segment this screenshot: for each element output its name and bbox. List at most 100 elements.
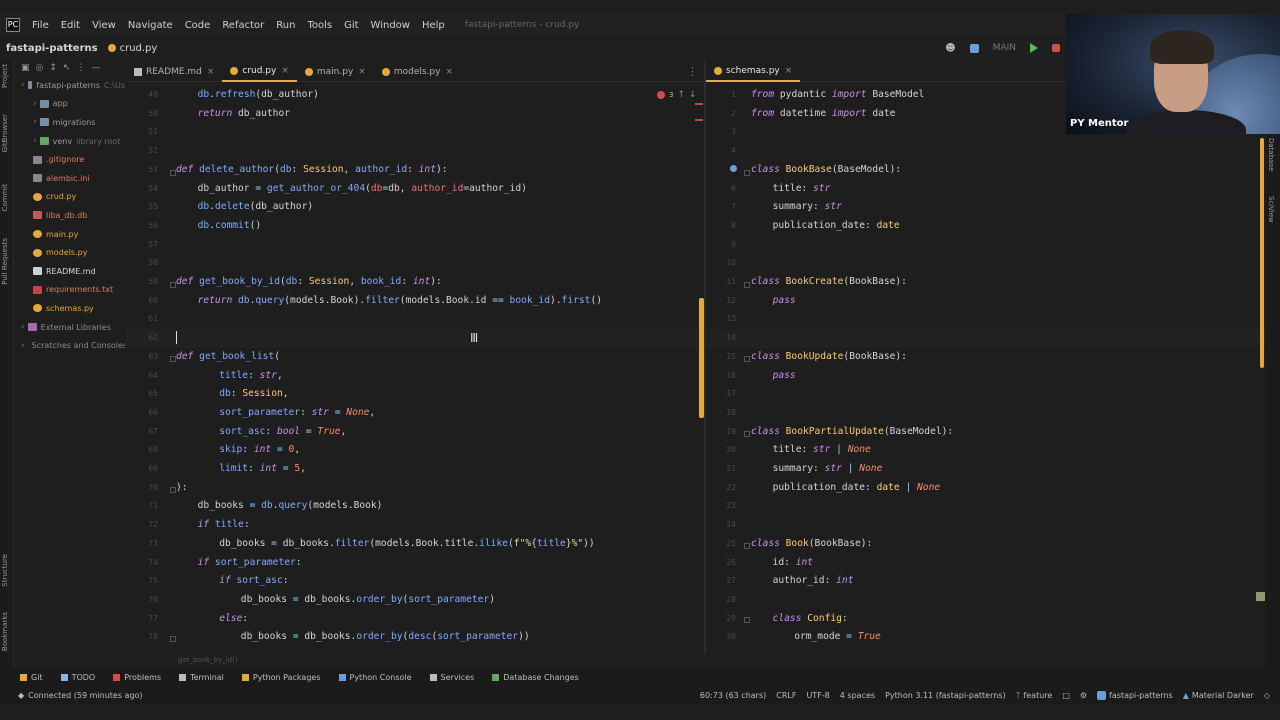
- code-editor-crud[interactable]: 49 db.refresh(db_author) 50 return db_autho…: [126, 84, 704, 652]
- menu-window[interactable]: Window: [371, 20, 410, 31]
- cursor-position[interactable]: 60:73 (63 chars): [700, 691, 766, 700]
- notification-icon[interactable]: [1256, 592, 1265, 601]
- line-separator[interactable]: CRLF: [776, 691, 796, 700]
- close-icon[interactable]: ×: [358, 67, 366, 77]
- error-marker[interactable]: [695, 119, 703, 121]
- close-icon[interactable]: ×: [785, 66, 793, 76]
- menu-git[interactable]: Git: [344, 20, 358, 31]
- menu-navigate[interactable]: Navigate: [128, 20, 173, 31]
- tool-python-packages[interactable]: Python Packages: [241, 673, 321, 682]
- breadcrumb-project[interactable]: fastapi-patterns: [6, 43, 98, 54]
- more-tabs-icon[interactable]: ⋮: [687, 65, 698, 78]
- tree-item[interactable]: › migrations: [15, 113, 125, 132]
- tree-item[interactable]: alembic.ini: [15, 169, 125, 188]
- error-marker[interactable]: [695, 103, 703, 105]
- chevron-right-icon[interactable]: ›: [33, 99, 37, 109]
- git-branch[interactable]: ᛉ feature: [1016, 691, 1053, 700]
- tree-item[interactable]: .gitignore: [15, 150, 125, 169]
- run-icon[interactable]: [1030, 43, 1038, 53]
- tab-main-py[interactable]: main.py ×: [297, 62, 374, 82]
- chevron-right-icon[interactable]: ›: [33, 117, 37, 127]
- lock-icon[interactable]: □: [1062, 691, 1070, 700]
- code-editor-schemas[interactable]: 1 from pydantic import BaseModel 2 from dat…: [706, 84, 1266, 652]
- tool-commit[interactable]: Commit: [1, 184, 9, 212]
- inspection-widget[interactable]: 3 ↑ ↓: [657, 90, 697, 100]
- tab-models-py[interactable]: models.py ×: [374, 62, 461, 82]
- tool-git[interactable]: Git: [20, 673, 43, 682]
- editor-breadcrumb[interactable]: get_book_by_id(): [178, 656, 238, 664]
- tree-item[interactable]: › app: [15, 95, 125, 114]
- fold-marker-icon[interactable]: [744, 543, 750, 549]
- hide-icon[interactable]: —: [91, 63, 100, 73]
- tree-item[interactable]: › External Libraries: [15, 318, 125, 337]
- python-interpreter[interactable]: Python 3.11 (fastapi-patterns): [885, 691, 1006, 700]
- tree-item[interactable]: README.md: [15, 262, 125, 281]
- fold-marker-icon[interactable]: [744, 617, 750, 623]
- tree-item[interactable]: › fastapi-patterns C:\Us: [15, 76, 125, 95]
- tree-item[interactable]: main.py: [15, 225, 125, 244]
- chevron-right-icon[interactable]: ›: [33, 136, 37, 146]
- menu-help[interactable]: Help: [422, 20, 445, 31]
- tool-pull-requests[interactable]: Pull Requests: [1, 238, 9, 285]
- fold-marker-icon[interactable]: [170, 170, 176, 176]
- tree-item[interactable]: › venv library root: [15, 132, 125, 151]
- implemented-icon[interactable]: [730, 165, 737, 172]
- menu-file[interactable]: File: [32, 20, 49, 31]
- tab-crud-py[interactable]: crud.py ×: [222, 62, 297, 82]
- file-encoding[interactable]: UTF-8: [806, 691, 829, 700]
- add-user-icon[interactable]: ☻: [945, 43, 955, 54]
- close-icon[interactable]: ×: [281, 66, 289, 76]
- target-icon[interactable]: ◎: [36, 63, 44, 73]
- fold-marker-icon[interactable]: [170, 356, 176, 362]
- tree-item[interactable]: › Scratches and Consoles: [15, 336, 125, 355]
- fold-marker-icon[interactable]: [744, 356, 750, 362]
- breadcrumb-file[interactable]: crud.py: [107, 43, 157, 54]
- fold-marker-icon[interactable]: [170, 487, 176, 493]
- tool-python-console[interactable]: Python Console: [338, 673, 412, 682]
- chevron-right-icon[interactable]: ›: [21, 80, 25, 90]
- theme-indicator[interactable]: ▲ Material Darker: [1183, 691, 1254, 700]
- tool-database[interactable]: Database: [1267, 138, 1275, 171]
- notifications-icon[interactable]: ◇: [1264, 691, 1270, 700]
- menu-run[interactable]: Run: [276, 20, 295, 31]
- menu-view[interactable]: View: [92, 20, 116, 31]
- tool-bookmarks[interactable]: Bookmarks: [1, 612, 9, 651]
- close-icon[interactable]: ×: [207, 67, 215, 77]
- chevron-right-icon[interactable]: ›: [21, 341, 25, 351]
- tool-structure[interactable]: Structure: [1, 554, 9, 587]
- scrollbar-thumb-right[interactable]: [1260, 138, 1264, 368]
- collapse-icon[interactable]: ▣: [21, 63, 30, 73]
- tool-todo[interactable]: TODO: [60, 673, 95, 682]
- fold-marker-icon[interactable]: [744, 170, 750, 176]
- tree-item[interactable]: liba_db.db: [15, 206, 125, 225]
- close-icon[interactable]: ×: [445, 67, 453, 77]
- fold-marker-icon[interactable]: [170, 282, 176, 288]
- chevron-right-icon[interactable]: ›: [21, 322, 25, 332]
- collapse-all-icon[interactable]: ↖: [63, 63, 71, 73]
- menu-tools[interactable]: Tools: [307, 20, 332, 31]
- stop-icon[interactable]: [1052, 44, 1060, 52]
- tree-item[interactable]: requirements.txt: [15, 281, 125, 300]
- arrow-up-icon[interactable]: ↑: [677, 90, 685, 100]
- tool-services[interactable]: Services: [429, 673, 474, 682]
- tree-item[interactable]: schemas.py: [15, 299, 125, 318]
- tool-problems[interactable]: Problems: [113, 673, 161, 682]
- tool-terminal[interactable]: Terminal: [179, 673, 224, 682]
- tree-item[interactable]: crud.py: [15, 188, 125, 207]
- fold-marker-icon[interactable]: [744, 282, 750, 288]
- expand-icon[interactable]: ↕: [49, 63, 57, 73]
- menu-refactor[interactable]: Refactor: [222, 20, 264, 31]
- menu-code[interactable]: Code: [185, 20, 211, 31]
- run-configuration-select[interactable]: MAIN: [993, 43, 1016, 53]
- status-project[interactable]: fastapi-patterns: [1097, 690, 1173, 700]
- tab-schemas-py[interactable]: schemas.py ×: [706, 62, 801, 82]
- arrow-down-icon[interactable]: ↓: [689, 90, 697, 100]
- tool-project[interactable]: Project: [1, 64, 9, 88]
- fold-marker-icon[interactable]: [744, 431, 750, 437]
- tool-sciview[interactable]: SciView: [1267, 196, 1275, 223]
- options-icon[interactable]: ⋮: [76, 63, 85, 73]
- tool-gitbrowser[interactable]: GitBrowser: [1, 114, 9, 152]
- menu-edit[interactable]: Edit: [61, 20, 80, 31]
- tool-database-changes[interactable]: Database Changes: [492, 673, 579, 682]
- scrollbar-thumb-left[interactable]: [699, 298, 704, 418]
